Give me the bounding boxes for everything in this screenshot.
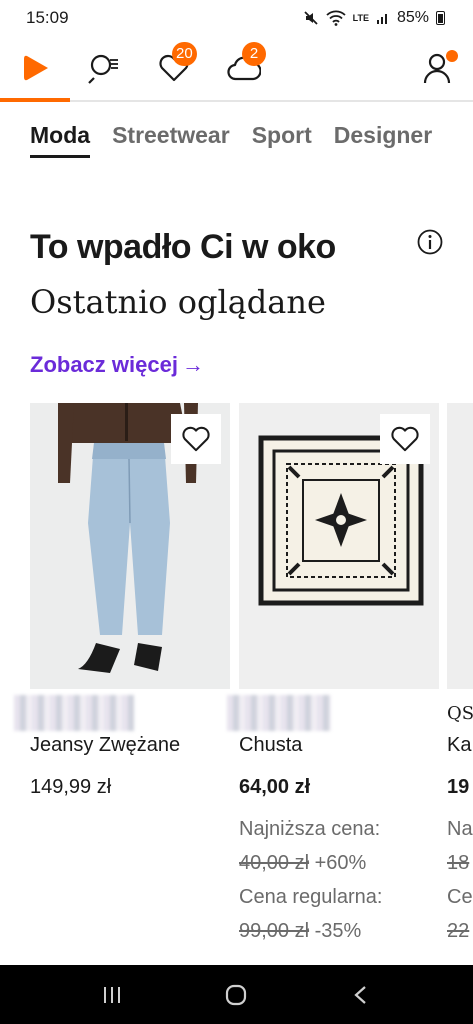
battery-level: 85% bbox=[396, 9, 429, 26]
search-icon bbox=[88, 54, 118, 84]
see-more-label: Zobacz więcej bbox=[30, 352, 178, 377]
account-dot bbox=[446, 50, 458, 62]
partial-price: 19 bbox=[447, 776, 470, 798]
mute-icon bbox=[303, 11, 318, 25]
partial-name: Ka bbox=[447, 734, 472, 756]
partial-line2: 18 bbox=[447, 852, 470, 874]
arrow-right-icon: → bbox=[181, 352, 204, 377]
see-more-link[interactable]: Zobacz więcej → bbox=[30, 352, 204, 378]
signal-icon bbox=[376, 14, 387, 24]
product-image[interactable] bbox=[30, 403, 230, 689]
tab-streetwear[interactable]: Streetwear bbox=[112, 122, 230, 158]
search-button[interactable] bbox=[84, 48, 124, 88]
notifications-badge: 2 bbox=[242, 42, 266, 66]
regular-price-label: Cena regularna: bbox=[239, 886, 383, 908]
home-icon[interactable] bbox=[224, 983, 248, 1007]
home-logo-button[interactable] bbox=[16, 48, 56, 88]
lowest-price-label: Najniższa cena: bbox=[239, 818, 381, 840]
partial-line3: Ce bbox=[447, 886, 473, 908]
recent-apps-icon[interactable] bbox=[101, 984, 123, 1006]
status-bar: 15:09 LTE 85% bbox=[0, 0, 473, 36]
heart-outline-icon bbox=[182, 426, 210, 452]
brand-logo-blurred bbox=[227, 695, 331, 731]
active-indicator bbox=[0, 98, 70, 102]
tab-moda[interactable]: Moda bbox=[30, 122, 91, 158]
product-image-partial[interactable] bbox=[447, 403, 473, 689]
partial-brand: QS bbox=[447, 703, 473, 724]
section-title: To wpadło Ci w oko bbox=[30, 228, 336, 266]
favorites-badge: 20 bbox=[172, 42, 197, 66]
product-name: Jeansy Zwężane bbox=[30, 734, 181, 756]
product-price: 149,99 zł bbox=[30, 776, 112, 798]
info-icon[interactable] bbox=[417, 229, 443, 255]
network-type: LTE bbox=[352, 12, 369, 23]
product-image[interactable] bbox=[239, 403, 439, 689]
tab-designer[interactable]: Designer bbox=[334, 122, 432, 158]
favorite-button[interactable] bbox=[380, 414, 430, 464]
product-price: 64,00 zł bbox=[239, 776, 311, 798]
battery-icon bbox=[436, 11, 445, 25]
lowest-price-row: 40,00 zł +60% bbox=[239, 852, 366, 875]
favorite-button[interactable] bbox=[171, 414, 221, 464]
partial-line4: 22 bbox=[447, 920, 470, 942]
notifications-button[interactable]: 2 bbox=[224, 42, 266, 88]
account-button[interactable] bbox=[418, 48, 458, 88]
wifi-icon bbox=[326, 10, 346, 26]
section-subtitle: Ostatnio oglądane bbox=[30, 283, 326, 321]
heart-outline-icon bbox=[391, 426, 419, 452]
back-icon[interactable] bbox=[350, 984, 372, 1006]
regular-price: 99,00 zł bbox=[239, 920, 310, 942]
category-tabs: Moda Streetwear Sport Designer bbox=[30, 122, 432, 158]
regular-price-row: 99,00 zł -35% bbox=[239, 920, 361, 943]
tab-sport[interactable]: Sport bbox=[252, 122, 312, 158]
lowest-price-change: +60% bbox=[314, 852, 367, 874]
favorites-button[interactable]: 20 bbox=[154, 42, 197, 88]
logo-icon bbox=[24, 55, 48, 81]
brand-logo-blurred bbox=[14, 695, 134, 731]
lowest-price: 40,00 zł bbox=[239, 852, 310, 874]
top-nav: 20 2 bbox=[0, 36, 473, 102]
status-time: 15:09 bbox=[26, 8, 69, 27]
regular-price-change: -35% bbox=[314, 920, 362, 942]
status-icons: LTE 85% bbox=[303, 9, 445, 27]
product-name: Chusta bbox=[239, 734, 303, 756]
android-nav-bar bbox=[0, 965, 473, 1024]
partial-line1: Na bbox=[447, 818, 473, 840]
